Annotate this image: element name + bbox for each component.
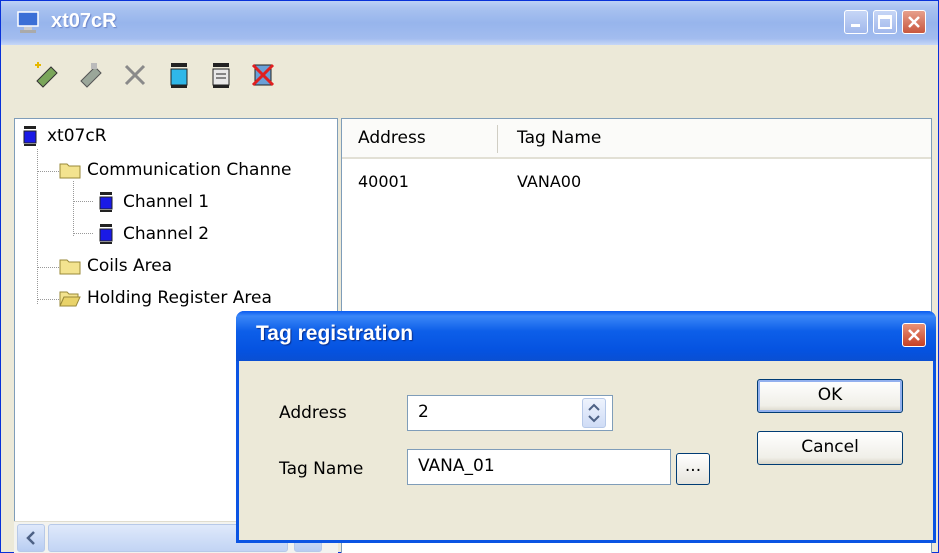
tree-item-communication-channel[interactable]: Communication Channe bbox=[59, 155, 291, 185]
channel-icon bbox=[99, 224, 113, 244]
minimize-button[interactable] bbox=[844, 10, 868, 34]
column-separator[interactable] bbox=[497, 125, 498, 153]
address-label: Address bbox=[279, 403, 347, 423]
channel-icon[interactable] bbox=[163, 59, 195, 91]
new-tag-icon[interactable] bbox=[31, 59, 63, 91]
maximize-button[interactable] bbox=[873, 10, 897, 34]
tree-item-label: Channel 1 bbox=[123, 192, 210, 212]
main-window: xt07cR xt07cR Communication Channe Chann… bbox=[0, 0, 939, 553]
tree-line bbox=[73, 233, 93, 234]
spin-arrows-icon bbox=[588, 403, 600, 423]
edit-tag-icon[interactable] bbox=[75, 59, 107, 91]
cell-tag-name: VANA00 bbox=[517, 172, 582, 191]
cancel-button[interactable]: Cancel bbox=[757, 431, 903, 465]
channel-icon bbox=[23, 126, 37, 146]
channel-alt-icon[interactable] bbox=[205, 59, 237, 91]
dialog-close-button[interactable] bbox=[902, 323, 926, 347]
window-title: xt07cR bbox=[51, 10, 117, 32]
tag-registration-dialog: Tag registration Address 2 Tag Name VANA… bbox=[236, 311, 936, 543]
browse-button[interactable]: ... bbox=[676, 453, 710, 485]
cell-address: 40001 bbox=[358, 172, 409, 191]
maximize-icon bbox=[878, 15, 892, 29]
computer-icon bbox=[17, 11, 39, 33]
tree-line bbox=[37, 267, 59, 268]
tree-line bbox=[73, 201, 93, 202]
tree-line bbox=[37, 149, 38, 304]
tag-name-value: VANA_01 bbox=[418, 456, 495, 476]
folder-open-icon bbox=[59, 291, 81, 307]
tree-item-label: Coils Area bbox=[87, 256, 173, 276]
tree-item-coils-area[interactable]: Coils Area bbox=[59, 251, 172, 281]
scroll-left-button[interactable] bbox=[17, 524, 45, 552]
tree-item-label: Channel 2 bbox=[123, 224, 210, 244]
ok-button[interactable]: OK bbox=[757, 379, 903, 413]
address-spin-buttons[interactable] bbox=[582, 398, 606, 428]
address-value: 2 bbox=[418, 402, 429, 422]
tag-name-label: Tag Name bbox=[279, 459, 364, 479]
tree-line bbox=[73, 181, 74, 236]
folder-icon bbox=[59, 163, 81, 179]
dialog-title-bar[interactable]: Tag registration bbox=[236, 311, 936, 361]
column-header-tag-name[interactable]: Tag Name bbox=[517, 128, 601, 148]
title-bar[interactable]: xt07cR bbox=[1, 1, 938, 45]
tree-item-channel-2[interactable]: Channel 2 bbox=[95, 219, 209, 249]
tree-item-channel-1[interactable]: Channel 1 bbox=[95, 187, 209, 217]
dialog-title: Tag registration bbox=[256, 322, 414, 345]
tree-root[interactable]: xt07cR bbox=[19, 121, 107, 151]
minimize-icon bbox=[851, 24, 860, 27]
close-button[interactable] bbox=[902, 10, 926, 34]
toolbar bbox=[1, 45, 938, 113]
remove-channel-icon[interactable] bbox=[247, 59, 279, 91]
column-header-address[interactable]: Address bbox=[358, 128, 426, 148]
tree-item-label: Holding Register Area bbox=[87, 288, 272, 308]
tree-root-label: xt07cR bbox=[47, 126, 107, 146]
list-header: Address Tag Name bbox=[342, 119, 931, 159]
tree-item-label: Communication Channe bbox=[87, 160, 292, 180]
tree-line bbox=[37, 171, 59, 172]
folder-icon bbox=[59, 259, 81, 275]
close-icon bbox=[908, 16, 920, 28]
chevron-left-icon bbox=[26, 531, 35, 545]
close-icon bbox=[908, 329, 920, 341]
tree-line bbox=[37, 299, 59, 300]
channel-icon bbox=[99, 192, 113, 212]
delete-icon[interactable] bbox=[119, 59, 151, 91]
tree-item-holding-register-area[interactable]: Holding Register Area bbox=[59, 283, 272, 313]
tag-name-input[interactable]: VANA_01 bbox=[407, 449, 671, 485]
